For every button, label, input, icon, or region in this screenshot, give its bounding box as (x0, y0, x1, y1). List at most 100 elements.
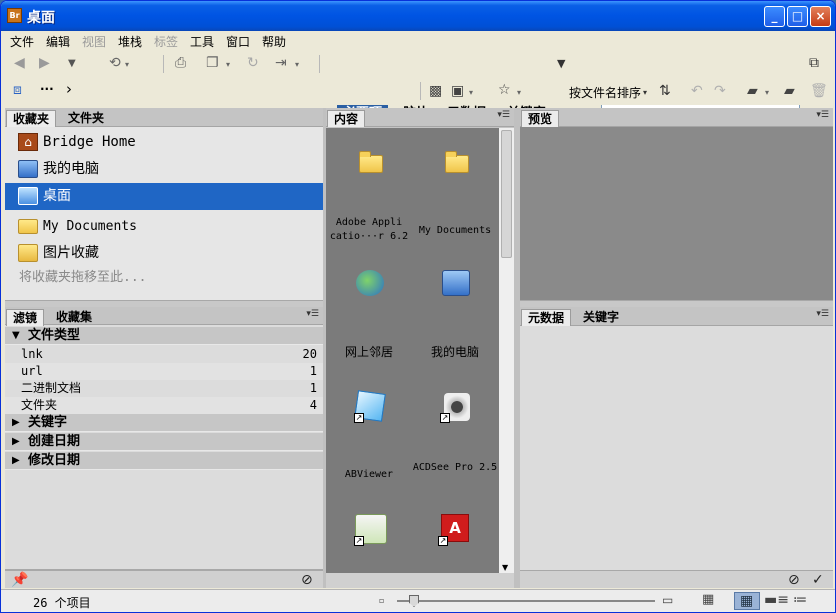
recent-dropdown-icon[interactable]: ▾ (125, 57, 129, 73)
thumbnail-item[interactable]: 网上邻居 (326, 250, 412, 370)
open-recent-folder-icon[interactable]: ▰ (747, 83, 758, 99)
quality-icon[interactable]: ▩ (429, 83, 442, 99)
panel-menu-icon[interactable]: ▾☰ (306, 309, 319, 319)
panel-splitter[interactable] (5, 300, 323, 307)
rotate-left-icon[interactable]: ↶ (691, 83, 703, 99)
rotate-right-icon[interactable]: ↷ (714, 83, 726, 99)
filter-row[interactable]: 文件夹 4 (5, 397, 323, 414)
tab-filter[interactable]: 滤镜 (6, 309, 45, 326)
metadata-tabs: 元数据 关键字 ▾☰ (520, 307, 833, 326)
lock-grid-icon[interactable]: ▦ (702, 592, 714, 608)
title-bar[interactable]: Br 桌面 _ □ × (1, 1, 835, 31)
filter-row[interactable]: 二进制文档 1 (5, 380, 323, 397)
path-toolbar: ⧈ ··· › ▩ ▣ ▾ ☆ ▾ 按文件名排序 ▾ ⇅ ↶ ↷ ▰ ▾ ▰ 🗑 (1, 77, 835, 105)
menu-window[interactable]: 窗口 (226, 33, 250, 50)
favorite-label: 图片收藏 (43, 245, 99, 261)
thumbnail-item[interactable]: Adobe Appli catio···r 6.2 (326, 128, 412, 248)
output-icon[interactable]: ⇥ (275, 55, 287, 71)
tab-favorites[interactable]: 收藏夹 (6, 110, 57, 127)
thumbnail-item[interactable]: ↗ ACDSee Pro 2.5 (412, 373, 498, 493)
quality-dropdown-icon[interactable]: ▾ (469, 85, 473, 101)
scroll-down-icon[interactable]: ▼ (502, 563, 508, 572)
panel-splitter[interactable] (520, 300, 833, 307)
thumbnail-size-slider[interactable] (397, 600, 655, 602)
favorite-bridge-home[interactable]: ⌂ Bridge Home (5, 129, 323, 156)
favorite-label: Bridge Home (43, 134, 136, 150)
thumbnail-item[interactable]: My Documents (412, 128, 498, 248)
history-dropdown-icon[interactable]: ▼ (68, 56, 76, 72)
computer-icon (442, 270, 470, 296)
minimize-button[interactable]: _ (764, 6, 785, 27)
tab-collections[interactable]: 收藏集 (50, 309, 98, 326)
copy-dropdown-icon[interactable]: ▾ (226, 57, 230, 73)
menu-file[interactable]: 文件 (10, 33, 34, 50)
filter-section-file-type[interactable]: ▼ 文件类型 (5, 327, 323, 345)
close-button[interactable]: × (810, 6, 831, 27)
tab-folders[interactable]: 文件夹 (62, 110, 110, 127)
menu-view[interactable]: 视图 (82, 33, 106, 50)
menu-help[interactable]: 帮助 (262, 33, 286, 50)
tab-content[interactable]: 内容 (327, 110, 366, 127)
scrollbar-thumb[interactable] (501, 130, 512, 258)
desktop-path-icon[interactable]: ⧈ (13, 82, 22, 98)
back-arrow-icon[interactable]: ◀ (14, 55, 25, 71)
filter-row[interactable]: url 1 (5, 363, 323, 380)
details-view-icon[interactable]: ▬≡ (764, 592, 789, 608)
preview-tabs: 预览 ▾☰ (520, 108, 833, 127)
new-folder-icon[interactable]: ▰ (784, 83, 795, 99)
favorite-pictures[interactable]: 图片收藏 (5, 240, 323, 267)
item-count: 26 个项目 (33, 596, 91, 610)
favorite-my-documents[interactable]: My Documents (5, 213, 323, 240)
menu-label[interactable]: 标签 (154, 33, 178, 50)
zoom-in-icon[interactable]: ▭ (662, 592, 673, 608)
tab-keywords[interactable]: 关键字 (577, 309, 625, 326)
view-quality-icon[interactable]: ▣ (451, 83, 464, 99)
output-dropdown-icon[interactable]: ▾ (295, 57, 299, 73)
refresh-icon[interactable]: ↻ (247, 55, 259, 71)
recent-folder-dropdown-icon[interactable]: ▾ (765, 85, 769, 101)
filter-section-date-created[interactable]: ▶ 创建日期 (5, 433, 323, 451)
zoom-out-icon[interactable]: ▫ (379, 593, 384, 609)
keep-filter-pin-icon[interactable]: 📌 (11, 572, 28, 588)
panel-menu-icon[interactable]: ▾☰ (816, 309, 829, 319)
delete-icon[interactable]: 🗑 (810, 83, 828, 99)
slider-handle[interactable] (409, 595, 419, 607)
reveal-recent-icon[interactable]: ⟲ (109, 55, 121, 71)
favorite-my-computer[interactable]: 我的电脑 (5, 156, 323, 183)
thumbnail-item[interactable]: ↗ ABViewer (326, 373, 412, 493)
cancel-icon[interactable]: ⊘ (788, 572, 800, 588)
content-scrollbar[interactable]: ▼ (499, 128, 514, 573)
copy-icon[interactable]: ❐ (206, 55, 219, 71)
path-chevron-icon[interactable]: › (66, 80, 72, 98)
workspace-dropdown-icon[interactable]: ▼ (557, 56, 565, 72)
sort-direction-icon[interactable]: ⇅ (659, 83, 671, 99)
path-ellipsis[interactable]: ··· (40, 82, 54, 96)
content-hscroll[interactable] (326, 573, 514, 588)
favorite-desktop[interactable]: 桌面 (5, 183, 323, 210)
tab-preview[interactable]: 预览 (521, 110, 560, 127)
panel-menu-icon[interactable]: ▾☰ (497, 110, 510, 120)
filter-section-date-modified[interactable]: ▶ 修改日期 (5, 452, 323, 470)
apply-check-icon[interactable]: ✓ (812, 572, 824, 588)
forward-arrow-icon[interactable]: ▶ (39, 55, 50, 71)
camera-download-icon[interactable]: ⎙ (175, 55, 186, 71)
tab-metadata[interactable]: 元数据 (521, 309, 572, 326)
filter-section-keywords[interactable]: ▶ 关键字 (5, 414, 323, 432)
clear-filter-icon[interactable]: ⊘ (301, 572, 313, 588)
maximize-button[interactable]: □ (787, 6, 808, 27)
thumbnail-item[interactable]: A ↗ (412, 496, 498, 573)
thumbnail-item[interactable]: ↗ (326, 496, 412, 573)
rating-dropdown-icon[interactable]: ▾ (517, 85, 521, 101)
rating-star-icon[interactable]: ☆ (498, 82, 511, 98)
menu-edit[interactable]: 编辑 (46, 33, 70, 50)
filter-row[interactable]: lnk 20 (5, 346, 323, 363)
thumbnail-item[interactable]: 我的电脑 (412, 250, 498, 370)
sort-label[interactable]: 按文件名排序 (569, 84, 641, 101)
panel-menu-icon[interactable]: ▾☰ (816, 110, 829, 120)
menu-stacks[interactable]: 堆栈 (118, 33, 142, 50)
menu-tools[interactable]: 工具 (190, 33, 214, 50)
view-thumbnails-button[interactable]: ▦ (734, 592, 760, 610)
compact-mode-icon[interactable]: ⧉ (809, 55, 819, 71)
sort-dropdown-icon[interactable]: ▾ (643, 85, 647, 101)
list-view-icon[interactable]: ≔ (793, 592, 807, 608)
